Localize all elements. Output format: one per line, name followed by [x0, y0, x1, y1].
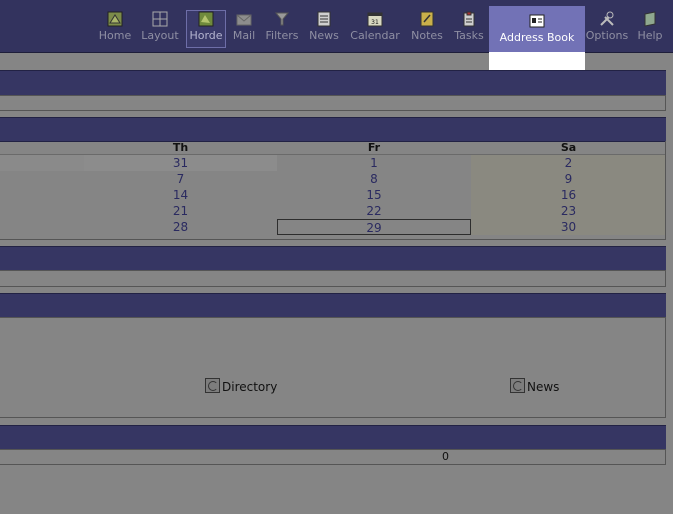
calendar-date-cell[interactable]: 31	[84, 155, 277, 171]
home-icon	[107, 11, 123, 27]
toolbar-home[interactable]: Home	[97, 11, 133, 47]
toolbar-mail-label: Mail	[232, 29, 256, 42]
calendar-date-cell[interactable]: 7	[84, 171, 277, 187]
calendar-icon: 31	[367, 12, 383, 27]
toolbar-layout-label: Layout	[141, 29, 179, 42]
news-radio-label: News	[527, 380, 560, 394]
toolbar-horde-label: Horde	[189, 29, 223, 42]
calendar-today-cell[interactable]: 29	[277, 219, 471, 235]
calendar-prev-month-cell	[0, 155, 84, 171]
svg-text:31: 31	[371, 19, 379, 26]
calendar-date-cell[interactable]: 28	[84, 219, 277, 235]
calendar-right-border	[665, 141, 666, 240]
toolbar-calendar-label: Calendar	[350, 29, 400, 42]
calendar-bottom-border	[0, 239, 666, 240]
options-icon	[600, 11, 614, 26]
calendar-date-cell[interactable]: 30	[471, 219, 666, 235]
address-book-icon	[529, 14, 545, 28]
calendar-column-saturday: Sa 2 9 16 23 30	[471, 141, 666, 235]
toolbar-mail[interactable]: Mail	[230, 11, 258, 47]
toolbar-horde[interactable]: Horde	[186, 10, 226, 48]
toolbar-help[interactable]: Help	[634, 11, 666, 47]
help-icon	[644, 11, 656, 27]
calendar-day-header: Sa	[471, 141, 666, 155]
toolbar-options-label: Options	[585, 29, 629, 42]
calendar-date-cell[interactable]: 22	[277, 203, 471, 219]
calendar-day-header: Th	[84, 141, 277, 155]
calendar-column-friday: Fr 1 8 15 22 29	[277, 141, 471, 235]
toolbar-help-label: Help	[637, 29, 663, 42]
calendar-date-cell[interactable]: 2	[471, 155, 666, 171]
toolbar-address-book[interactable]: Address Book	[489, 6, 585, 70]
calendar-date-cell[interactable]: 9	[471, 171, 666, 187]
calendar-day-header: Fr	[277, 141, 471, 155]
horde-icon	[198, 11, 214, 27]
toolbar-home-label: Home	[98, 29, 132, 42]
toolbar-filters-label: Filters	[265, 29, 299, 42]
calendar-date-cell[interactable]: 14	[84, 187, 277, 203]
toolbar-tasks-label: Tasks	[454, 29, 484, 42]
toolbar-filters[interactable]: Filters	[263, 11, 301, 47]
panel-5-header	[0, 425, 666, 450]
calendar-date-cell[interactable]: 21	[84, 203, 277, 219]
calendar-column-thursday: Th 31 7 14 21 28	[84, 141, 277, 235]
panel-1-header	[0, 70, 666, 96]
filter-icon	[274, 12, 290, 26]
toolbar-layout[interactable]: Layout	[139, 11, 181, 47]
toolbar-tasks[interactable]: Tasks	[451, 11, 487, 47]
toolbar-calendar[interactable]: 31 Calendar	[347, 11, 403, 47]
toolbar-news[interactable]: News	[307, 11, 341, 47]
panel-5-body: 0	[0, 449, 666, 465]
mail-icon	[236, 14, 252, 26]
toolbar-news-label: News	[309, 29, 339, 42]
calendar-date-cell[interactable]: 15	[277, 187, 471, 203]
panel-1-body	[0, 95, 666, 111]
address-book-tab-base	[489, 52, 585, 70]
news-radio[interactable]	[510, 378, 525, 393]
count-value: 0	[442, 450, 449, 463]
toolbar-notes[interactable]: Notes	[409, 11, 445, 47]
panel-4-body	[0, 317, 666, 418]
calendar-panel-header	[0, 117, 666, 142]
toolbar-notes-label: Notes	[411, 29, 443, 42]
calendar-date-cell[interactable]: 23	[471, 203, 666, 219]
directory-radio-label: Directory	[222, 380, 278, 394]
calendar-header-spacer	[0, 141, 84, 155]
calendar-date-cell[interactable]: 8	[277, 171, 471, 187]
news-icon	[317, 11, 331, 27]
panel-3-header	[0, 246, 666, 271]
calendar-date-cell[interactable]: 1	[277, 155, 471, 171]
panel-4-header	[0, 293, 666, 318]
directory-radio[interactable]	[205, 378, 220, 393]
calendar-date-cell[interactable]: 16	[471, 187, 666, 203]
panel-3-body	[0, 270, 666, 287]
layout-icon	[152, 11, 168, 27]
toolbar-options[interactable]: Options	[585, 11, 629, 47]
toolbar-address-book-label: Address Book	[499, 31, 575, 44]
month-calendar: Th 31 7 14 21 28 Fr 1 8 15 22 29 Sa 2 9 …	[0, 141, 666, 241]
tasks-icon	[463, 11, 475, 27]
notes-icon	[420, 11, 434, 27]
